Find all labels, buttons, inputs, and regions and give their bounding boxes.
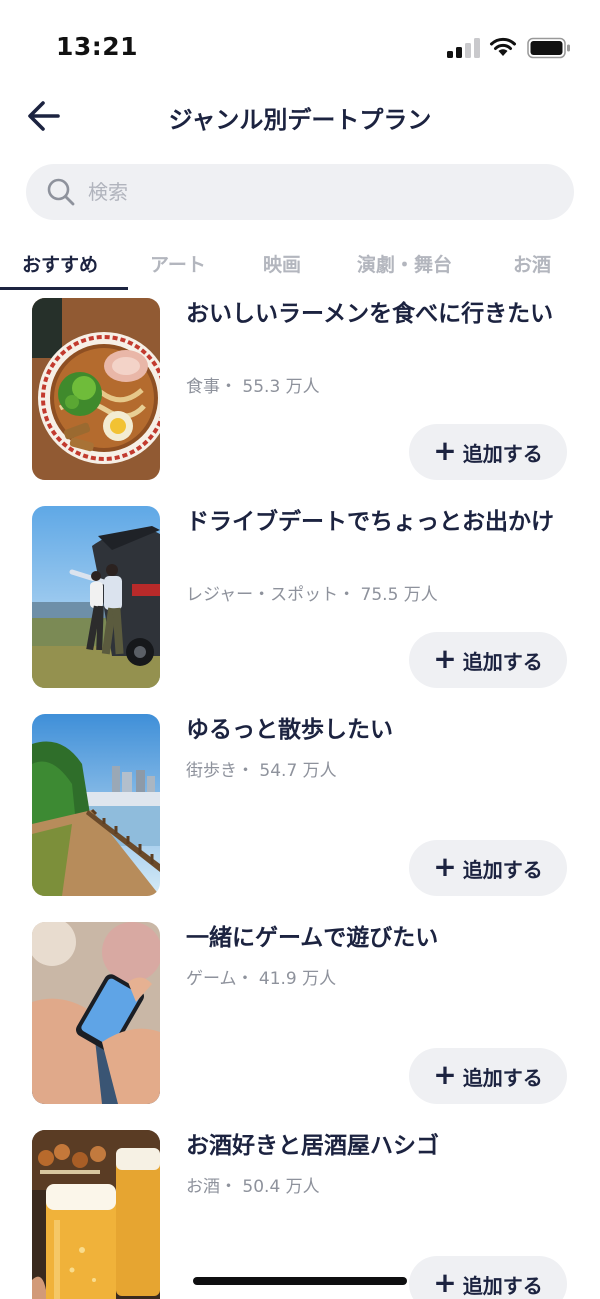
- plan-item[interactable]: おいしいラーメンを食べに行きたい 食事・ 55.3 万人 + 追加する: [0, 298, 600, 498]
- game-photo-icon: [32, 922, 160, 1104]
- plan-title: ドライブデートでちょっとお出かけ: [186, 509, 554, 535]
- plan-item[interactable]: ドライブデートでちょっとお出かけ レジャー・スポット・ 75.5 万人 + 追加…: [0, 506, 600, 706]
- add-button-label: 追加する: [462, 441, 543, 466]
- ramen-photo-icon: [32, 298, 160, 480]
- search-icon: [47, 178, 75, 206]
- active-tab-indicator: [0, 287, 128, 290]
- tab-art[interactable]: アート: [150, 250, 206, 277]
- plan-title: おいしいラーメンを食べに行きたい: [186, 301, 554, 327]
- plus-icon: +: [433, 1057, 457, 1091]
- nav-header: ジャンル別デートプラン: [0, 90, 600, 150]
- plus-icon: +: [433, 641, 457, 675]
- tab-theater[interactable]: 演劇・舞台: [357, 250, 452, 277]
- search-bar[interactable]: [26, 164, 574, 220]
- plan-meta: お酒・ 50.4 万人: [186, 1177, 320, 1197]
- drive-photo-icon: [32, 506, 160, 688]
- add-button-label: 追加する: [462, 1065, 543, 1090]
- plan-meta: 街歩き・ 54.7 万人: [186, 761, 337, 781]
- add-plan-button[interactable]: + 追加する: [409, 1048, 567, 1104]
- plan-title: ゆるっと散歩したい: [186, 717, 393, 743]
- add-button-label: 追加する: [462, 1273, 543, 1298]
- plan-item[interactable]: ゆるっと散歩したい 街歩き・ 54.7 万人 + 追加する: [0, 714, 600, 914]
- beer-photo-icon: [32, 1130, 160, 1299]
- plan-list[interactable]: おいしいラーメンを食べに行きたい 食事・ 55.3 万人 + 追加する ドライブ…: [0, 298, 600, 1299]
- cellular-signal-icon: [447, 37, 481, 58]
- status-bar: 13:21: [0, 0, 600, 90]
- plan-meta: レジャー・スポット・ 75.5 万人: [186, 585, 438, 605]
- battery-icon: [527, 37, 570, 59]
- add-button-label: 追加する: [462, 857, 543, 882]
- plan-meta: ゲーム・ 41.9 万人: [186, 969, 337, 989]
- plus-icon: +: [433, 433, 457, 467]
- add-plan-button[interactable]: + 追加する: [409, 1256, 567, 1299]
- plus-icon: +: [433, 1265, 457, 1299]
- status-time: 13:21: [56, 32, 139, 61]
- tab-movie[interactable]: 映画: [263, 250, 301, 277]
- plan-title: お酒好きと居酒屋ハシゴ: [186, 1133, 439, 1159]
- plan-title: 一緒にゲームで遊びたい: [186, 925, 439, 951]
- page-title: ジャンル別デートプラン: [168, 106, 432, 134]
- plus-icon: +: [433, 849, 457, 883]
- add-plan-button[interactable]: + 追加する: [409, 632, 567, 688]
- wifi-icon: [490, 37, 516, 56]
- plan-item[interactable]: お酒好きと居酒屋ハシゴ お酒・ 50.4 万人 + 追加する: [0, 1130, 600, 1299]
- add-plan-button[interactable]: + 追加する: [409, 840, 567, 896]
- plan-meta: 食事・ 55.3 万人: [186, 377, 320, 397]
- tab-recommended[interactable]: おすすめ: [22, 250, 98, 277]
- add-plan-button[interactable]: + 追加する: [409, 424, 567, 480]
- add-button-label: 追加する: [462, 649, 543, 674]
- walk-photo-icon: [32, 714, 160, 896]
- genre-tabs: おすすめ アート 映画 演劇・舞台 お酒: [0, 240, 600, 292]
- plan-item[interactable]: 一緒にゲームで遊びたい ゲーム・ 41.9 万人 + 追加する: [0, 922, 600, 1122]
- home-indicator[interactable]: [193, 1277, 407, 1285]
- search-input[interactable]: [88, 164, 558, 220]
- app-screen: 13:21 ジャンル別デートプラン おすす: [0, 0, 600, 1299]
- tab-alcohol[interactable]: お酒: [513, 250, 551, 277]
